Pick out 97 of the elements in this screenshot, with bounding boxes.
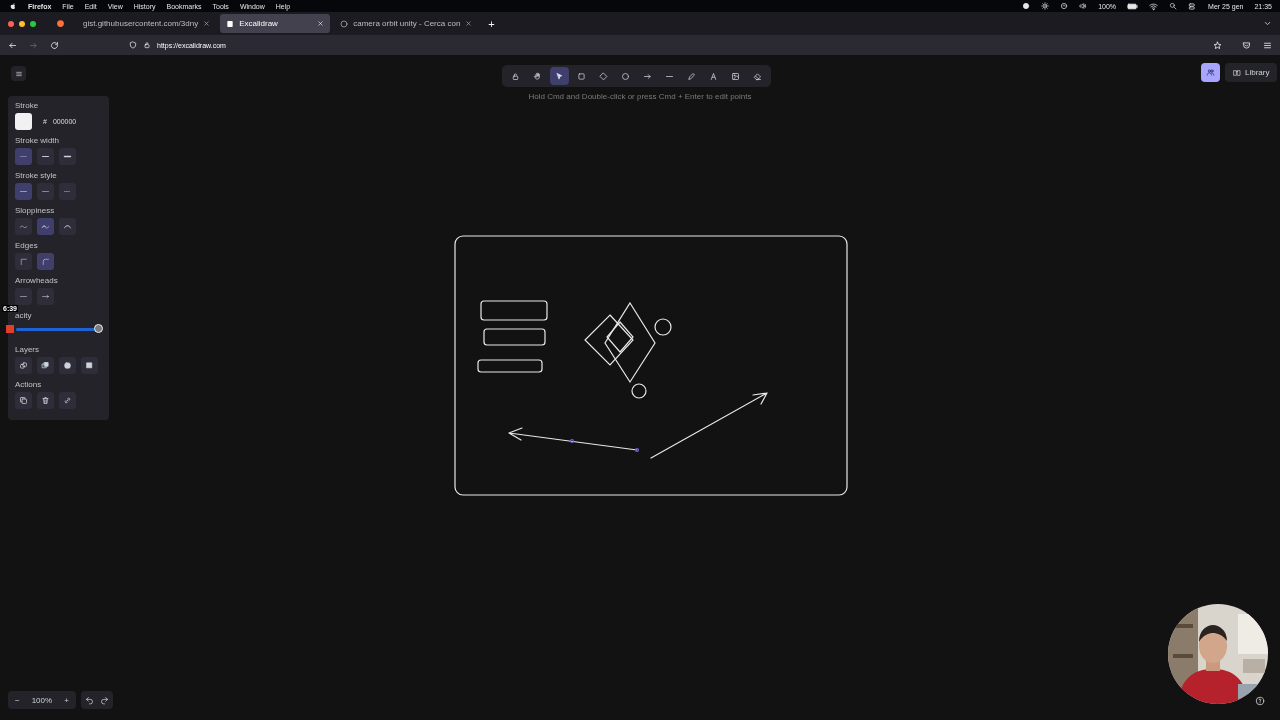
dashed-line-option[interactable] xyxy=(37,183,54,200)
menu-icon[interactable] xyxy=(1263,40,1272,50)
status-icon[interactable] xyxy=(1022,2,1031,10)
star-icon[interactable] xyxy=(1213,40,1222,50)
globe-icon xyxy=(340,19,349,28)
circle-shape xyxy=(654,318,672,336)
bring-to-front-option[interactable] xyxy=(81,357,98,374)
rounded-rectangle xyxy=(483,328,546,346)
lock-icon xyxy=(143,41,151,49)
text-icon xyxy=(709,71,718,81)
section-label: Stroke width xyxy=(15,136,61,145)
page-icon xyxy=(226,19,235,28)
zoom-level[interactable]: 100% xyxy=(28,695,56,705)
book-icon xyxy=(1233,68,1241,77)
wifi-icon[interactable] xyxy=(1149,1,1159,11)
sharp-corner-option[interactable] xyxy=(15,253,32,270)
curve-option[interactable] xyxy=(15,218,32,235)
undo-icon[interactable] xyxy=(84,695,94,705)
send-to-back-icon xyxy=(19,361,28,370)
reload-icon[interactable] xyxy=(50,40,59,50)
browser-tab[interactable]: camera orbit unity - Cerca con xyxy=(334,14,479,33)
round-corner-option[interactable] xyxy=(37,253,54,270)
section-label: Actions xyxy=(15,380,43,389)
browser-tab[interactable]: Excalidraw xyxy=(220,14,331,33)
section-label: Arrowheads xyxy=(15,276,59,285)
eraser-icon xyxy=(753,71,762,81)
circle-icon xyxy=(621,71,630,81)
wavy-curve-icon xyxy=(41,222,50,231)
back-arrow-icon[interactable] xyxy=(8,40,17,50)
lock-icon xyxy=(511,71,520,81)
pointer-tool[interactable] xyxy=(550,67,569,85)
hand-icon xyxy=(533,71,542,81)
wavy-curve-option[interactable] xyxy=(37,218,54,235)
new-tab-button[interactable]: + xyxy=(488,17,495,30)
line-option[interactable] xyxy=(15,288,32,305)
menu-button[interactable] xyxy=(11,66,26,81)
trash-option[interactable] xyxy=(37,392,54,409)
stop-icon xyxy=(6,325,14,333)
volume-icon[interactable] xyxy=(1079,2,1088,10)
send-to-back-option[interactable] xyxy=(15,357,32,374)
duplicate-option[interactable] xyxy=(15,392,32,409)
thick-line-option[interactable] xyxy=(59,148,76,165)
diamond-icon xyxy=(599,71,608,81)
arrow-icon xyxy=(41,292,50,301)
link-option[interactable] xyxy=(59,392,76,409)
solid-line-option[interactable] xyxy=(15,183,32,200)
browser-tab[interactable]: gist.githubusercontent.com/3dny xyxy=(77,14,217,33)
zoom-out-button[interactable]: − xyxy=(12,695,23,705)
arrow-icon xyxy=(643,71,652,81)
duplicate-icon xyxy=(19,396,28,405)
help-icon[interactable] xyxy=(1255,696,1265,706)
dotted-line-option[interactable] xyxy=(59,183,76,200)
control-center-icon[interactable] xyxy=(1188,1,1198,11)
hint-text: Hold Cmd and Double-click or press Cmd + Enter to edit points xyxy=(528,92,752,101)
section-label: Sloppiness xyxy=(15,206,56,215)
section-label: Stroke xyxy=(15,101,40,110)
trash-icon xyxy=(41,396,50,405)
medium-line-option[interactable] xyxy=(37,148,54,165)
pointer-icon xyxy=(555,71,564,81)
sharp-corner-icon xyxy=(19,257,28,266)
close-window-button[interactable] xyxy=(8,20,14,27)
send-backward-icon xyxy=(41,361,50,370)
people-icon xyxy=(1206,68,1215,77)
close-icon[interactable] xyxy=(203,20,211,27)
pencil-icon xyxy=(687,71,696,81)
shield-icon[interactable] xyxy=(129,41,137,49)
zoom-in-button[interactable]: + xyxy=(61,695,72,705)
menu-icon xyxy=(14,69,23,78)
chevron-down-icon[interactable] xyxy=(1263,19,1272,28)
color-swatch[interactable] xyxy=(15,113,32,130)
redo-icon[interactable] xyxy=(99,695,109,705)
apple-icon xyxy=(9,2,17,10)
thin-line-option[interactable] xyxy=(15,148,32,165)
rounded-rectangle xyxy=(477,359,543,373)
minimize-button[interactable] xyxy=(19,20,25,27)
sync-icon[interactable] xyxy=(1060,2,1069,10)
send-backward-option[interactable] xyxy=(37,357,54,374)
circle-shape xyxy=(631,383,647,399)
close-icon[interactable] xyxy=(465,20,473,27)
library-button[interactable]: Library xyxy=(1225,63,1278,82)
close-icon[interactable] xyxy=(317,20,325,27)
arrow-option[interactable] xyxy=(37,288,54,305)
link-icon xyxy=(63,396,72,405)
rounded-rectangle xyxy=(480,300,548,321)
section-label: Layers xyxy=(15,345,40,354)
bring-forward-option[interactable] xyxy=(59,357,76,374)
zoom-button[interactable] xyxy=(30,20,36,27)
arc-option[interactable] xyxy=(59,218,76,235)
arc-icon xyxy=(63,222,72,231)
round-corner-icon xyxy=(41,257,50,266)
gear-icon[interactable] xyxy=(1041,2,1050,10)
section-label: Edges xyxy=(15,241,39,250)
collaborate-button[interactable] xyxy=(1201,63,1220,82)
section-label: Stroke style xyxy=(15,171,58,180)
image-icon xyxy=(731,71,740,81)
section-label: acity xyxy=(15,311,33,320)
search-icon[interactable] xyxy=(1169,2,1178,10)
